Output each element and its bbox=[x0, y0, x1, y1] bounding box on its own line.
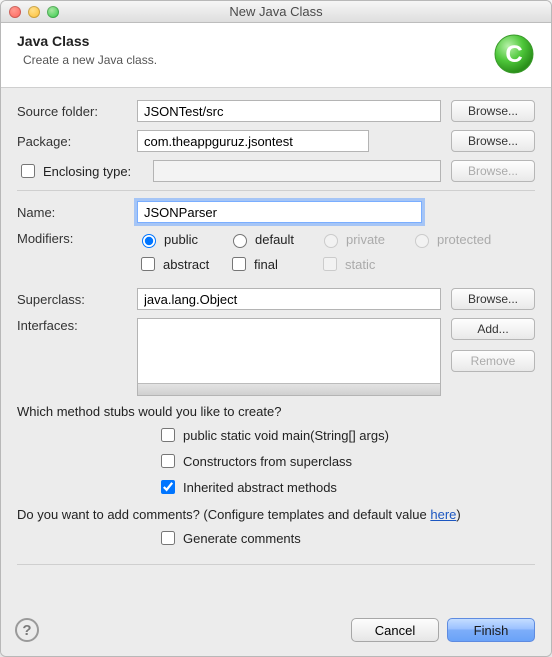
superclass-label: Superclass: bbox=[17, 292, 137, 307]
source-folder-input[interactable] bbox=[137, 100, 441, 122]
modifier-final-checkbox[interactable] bbox=[232, 257, 246, 271]
modifier-public-radio[interactable] bbox=[142, 234, 156, 248]
titlebar: New Java Class bbox=[1, 1, 551, 23]
generate-comments-checkbox[interactable] bbox=[161, 531, 175, 545]
source-folder-browse-button[interactable]: Browse... bbox=[451, 100, 535, 122]
modifiers-label: Modifiers: bbox=[17, 231, 137, 246]
modifier-protected-radio bbox=[415, 234, 429, 248]
dialog-footer: ? Cancel Finish bbox=[1, 608, 551, 656]
package-browse-button[interactable]: Browse... bbox=[451, 130, 535, 152]
modifier-final-label: final bbox=[254, 257, 278, 272]
dialog-window: New Java Class Java Class Create a new J… bbox=[0, 0, 552, 657]
help-icon[interactable]: ? bbox=[15, 618, 39, 642]
enclosing-type-checkbox[interactable] bbox=[21, 164, 35, 178]
modifier-public-label: public bbox=[164, 232, 198, 247]
header-title: Java Class bbox=[17, 33, 493, 49]
package-input[interactable] bbox=[137, 130, 369, 152]
enclosing-type-label: Enclosing type: bbox=[43, 164, 131, 179]
interfaces-add-button[interactable]: Add... bbox=[451, 318, 535, 340]
window-title: New Java Class bbox=[1, 4, 551, 19]
scrollbar[interactable] bbox=[138, 383, 440, 395]
modifier-private-radio bbox=[324, 234, 338, 248]
modifier-protected-label: protected bbox=[437, 232, 491, 247]
interfaces-remove-button: Remove bbox=[451, 350, 535, 372]
stub-main-label: public static void main(String[] args) bbox=[183, 428, 389, 443]
name-label: Name: bbox=[17, 205, 137, 220]
method-stubs-question: Which method stubs would you like to cre… bbox=[17, 404, 535, 419]
stub-constructors-label: Constructors from superclass bbox=[183, 454, 352, 469]
name-input[interactable] bbox=[137, 201, 422, 223]
finish-button[interactable]: Finish bbox=[447, 618, 535, 642]
modifier-static-checkbox bbox=[323, 257, 337, 271]
class-icon: C bbox=[493, 33, 535, 75]
stub-main-checkbox[interactable] bbox=[161, 428, 175, 442]
stub-inherited-checkbox[interactable] bbox=[161, 480, 175, 494]
generate-comments-label: Generate comments bbox=[183, 531, 301, 546]
stub-constructors-checkbox[interactable] bbox=[161, 454, 175, 468]
svg-text:C: C bbox=[505, 41, 522, 68]
modifier-abstract-label: abstract bbox=[163, 257, 209, 272]
modifier-default-radio[interactable] bbox=[233, 234, 247, 248]
modifier-private-label: private bbox=[346, 232, 385, 247]
comments-configure-link[interactable]: here bbox=[430, 507, 456, 522]
cancel-button[interactable]: Cancel bbox=[351, 618, 439, 642]
enclosing-type-browse-button: Browse... bbox=[451, 160, 535, 182]
comments-question-post: ) bbox=[456, 507, 460, 522]
modifier-default-label: default bbox=[255, 232, 294, 247]
source-folder-label: Source folder: bbox=[17, 104, 137, 119]
modifier-static-label: static bbox=[345, 257, 375, 272]
dialog-body: Source folder: Browse... Package: Browse… bbox=[1, 88, 551, 608]
enclosing-type-input bbox=[153, 160, 441, 182]
interfaces-list[interactable] bbox=[137, 318, 441, 396]
interfaces-label: Interfaces: bbox=[17, 318, 137, 333]
stub-inherited-label: Inherited abstract methods bbox=[183, 480, 337, 495]
dialog-header: Java Class Create a new Java class. C bbox=[1, 23, 551, 88]
superclass-browse-button[interactable]: Browse... bbox=[451, 288, 535, 310]
modifier-abstract-checkbox[interactable] bbox=[141, 257, 155, 271]
package-label: Package: bbox=[17, 134, 137, 149]
header-subtitle: Create a new Java class. bbox=[23, 53, 493, 67]
superclass-input[interactable] bbox=[137, 288, 441, 310]
comments-question-pre: Do you want to add comments? (Configure … bbox=[17, 507, 430, 522]
